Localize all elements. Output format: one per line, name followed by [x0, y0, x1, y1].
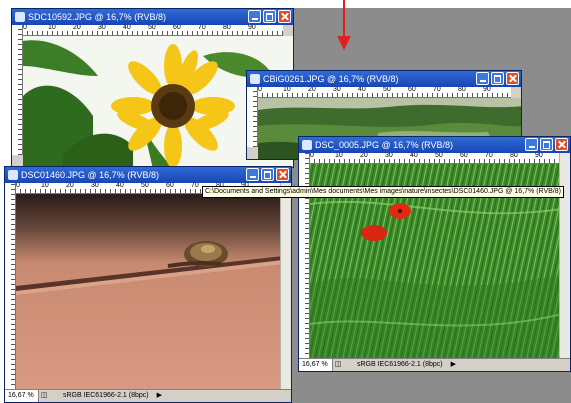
vertical-ruler — [247, 87, 258, 147]
horizontal-ruler: 0 10 20 30 40 50 60 70 80 90 — [22, 25, 283, 36]
navigator-icon[interactable]: ◫ — [39, 390, 49, 402]
status-bar: 16,67 % ◫ sRGB IEC61966-2.1 (8bpc) ▶ — [5, 389, 291, 402]
photoshop-doc-icon — [302, 140, 312, 150]
status-menu-arrow[interactable]: ▶ — [157, 390, 162, 402]
status-menu-arrow[interactable]: ▶ — [451, 359, 456, 371]
photoshop-doc-icon — [8, 170, 18, 180]
close-button[interactable] — [506, 72, 519, 85]
minimize-button[interactable] — [525, 138, 538, 151]
document-window-poppies[interactable]: DSC_0005.JPG @ 16,7% (RVB/8) 0 10 20 30 … — [298, 136, 571, 372]
window-title: SDC10592.JPG @ 16,7% (RVB/8) — [28, 12, 167, 22]
minimize-button[interactable] — [476, 72, 489, 85]
vertical-scrollbar[interactable] — [559, 153, 570, 359]
close-button[interactable] — [276, 168, 289, 181]
color-profile-text: sRGB IEC61966-2.1 (8bpc) — [357, 361, 443, 368]
horizontal-ruler: 0 10 20 30 40 50 60 70 80 90 — [309, 153, 560, 164]
window-title: DSC_0005.JPG @ 16,7% (RVB/8) — [315, 140, 454, 150]
window-titlebar[interactable]: SDC10592.JPG @ 16,7% (RVB/8) — [12, 9, 293, 25]
minimize-button[interactable] — [246, 168, 259, 181]
arrow-down-icon — [337, 0, 351, 50]
vertical-ruler — [12, 25, 23, 155]
navigator-icon[interactable]: ◫ — [333, 359, 343, 371]
maximize-button[interactable] — [261, 168, 274, 181]
file-path-tooltip: C:\Documents and Settings\admin\Mes docu… — [202, 186, 564, 198]
zoom-level-field[interactable]: 16,67 % — [299, 359, 333, 371]
vertical-ruler — [5, 183, 16, 390]
maximize-button[interactable] — [263, 10, 276, 23]
vertical-ruler — [299, 153, 310, 359]
horizontal-ruler: 0 10 20 30 40 50 60 70 80 90 — [257, 87, 511, 98]
minimize-button[interactable] — [248, 10, 261, 23]
color-profile-text: sRGB IEC61966-2.1 (8bpc) — [63, 392, 149, 399]
zoom-level-field[interactable]: 16,67 % — [5, 390, 39, 402]
maximize-button[interactable] — [540, 138, 553, 151]
photoshop-doc-icon — [15, 12, 25, 22]
photoshop-doc-icon — [250, 74, 260, 84]
window-titlebar[interactable]: CBiG0261.JPG @ 16,7% (RVB/8) — [247, 71, 521, 87]
window-title: CBiG0261.JPG @ 16,7% (RVB/8) — [263, 74, 399, 84]
image-canvas-snail[interactable] — [16, 194, 281, 390]
close-button[interactable] — [555, 138, 568, 151]
maximize-button[interactable] — [491, 72, 504, 85]
window-titlebar[interactable]: DSC01460.JPG @ 16,7% (RVB/8) — [5, 167, 291, 183]
close-button[interactable] — [278, 10, 291, 23]
window-title: DSC01460.JPG @ 16,7% (RVB/8) — [21, 170, 160, 180]
status-bar: 16,67 % ◫ sRGB IEC61966-2.1 (8bpc) ▶ — [299, 358, 570, 371]
window-titlebar[interactable]: DSC_0005.JPG @ 16,7% (RVB/8) — [299, 137, 570, 153]
document-window-snail[interactable]: DSC01460.JPG @ 16,7% (RVB/8) 0 10 20 30 … — [4, 166, 292, 403]
snail-image — [16, 194, 281, 390]
vertical-scrollbar[interactable] — [280, 183, 291, 390]
